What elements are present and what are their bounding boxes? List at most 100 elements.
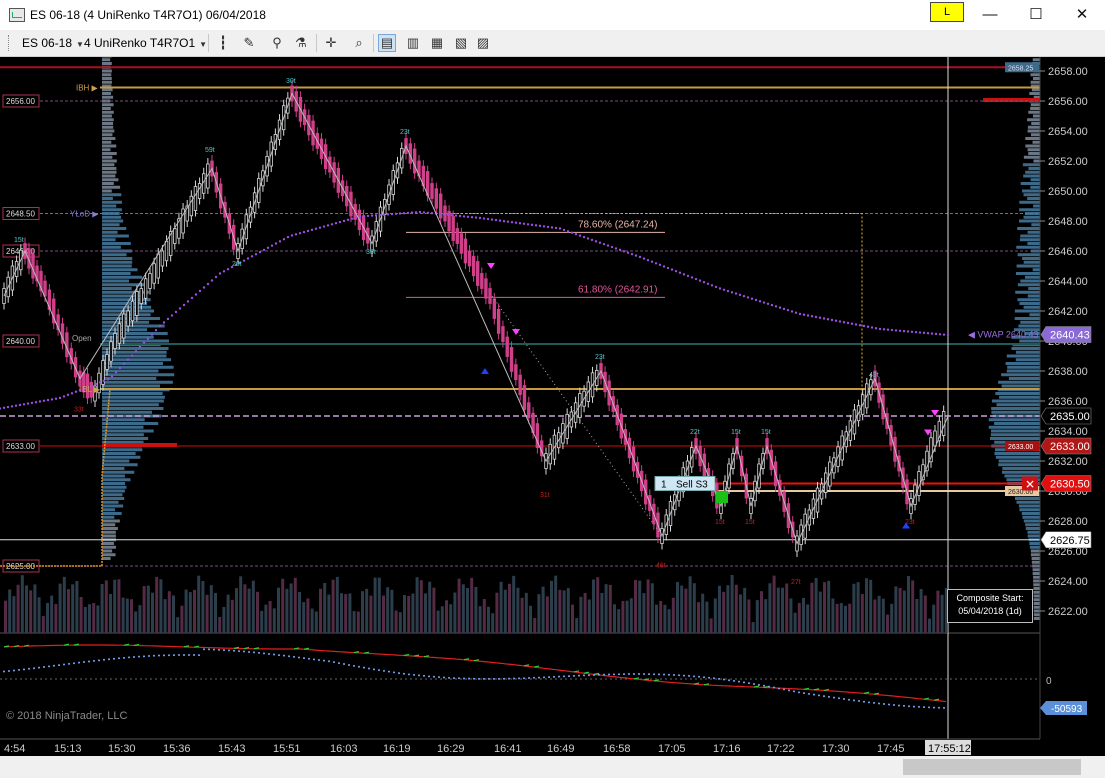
vwap-dot bbox=[866, 325, 870, 328]
profile-bar-left bbox=[102, 178, 119, 182]
volume-bar bbox=[277, 587, 280, 633]
profile-bar-right bbox=[994, 452, 1040, 455]
vwap-dot bbox=[790, 310, 794, 313]
close-button[interactable]: ✕ bbox=[1059, 0, 1105, 30]
price-badge-label: 2633.00 bbox=[1050, 441, 1090, 453]
volume-bar bbox=[503, 589, 507, 633]
indicator-dot bbox=[208, 648, 210, 651]
vwap-dot bbox=[594, 240, 598, 243]
profile-bar-right bbox=[1030, 133, 1040, 137]
indicator-dot bbox=[538, 676, 540, 679]
data-box-icon[interactable]: ▤ bbox=[378, 34, 396, 52]
volume-bar bbox=[848, 603, 852, 633]
instrument-selector[interactable]: ES 06-18 ▼ bbox=[22, 36, 84, 50]
volume-bar bbox=[272, 608, 276, 633]
indicators-icon[interactable]: ⚲ bbox=[268, 34, 286, 52]
vwap-dot bbox=[26, 402, 30, 405]
vwap-dot bbox=[114, 371, 118, 374]
time-axis[interactable]: 4:54 15:13 15:30 15:36 15:43 15:51 16:03 16:19 1… bbox=[0, 738, 1105, 756]
volume-bar bbox=[629, 598, 633, 633]
indicator-dot bbox=[413, 673, 415, 676]
snapshot-icon[interactable]: ▧ bbox=[452, 34, 470, 52]
toolbar-grip[interactable] bbox=[8, 35, 11, 51]
indicator-dot bbox=[613, 673, 615, 676]
volume-bar bbox=[239, 576, 243, 633]
profile-bar-left bbox=[102, 474, 125, 478]
pencil-draw-icon[interactable]: ✎ bbox=[240, 34, 258, 52]
volume-bar bbox=[285, 588, 289, 633]
chart-toolbar: ES 06-18 ▼ 4 UniRenko T4R7O1 ▼ ┇ ✎ ⚲ ⚗ ✛ ⌕… bbox=[0, 30, 1105, 57]
profile-bar-left bbox=[102, 77, 112, 80]
volume-bar bbox=[16, 584, 20, 633]
scrollbar-thumb[interactable] bbox=[903, 759, 1081, 775]
vwap-dot bbox=[910, 330, 914, 334]
volume-bar bbox=[188, 592, 192, 633]
indicator-dot bbox=[213, 648, 215, 651]
maximize-button[interactable]: ☐ bbox=[1013, 0, 1059, 30]
volume-bar bbox=[104, 580, 108, 633]
templates-icon[interactable]: ▨ bbox=[474, 34, 492, 52]
horizontal-scrollbar[interactable] bbox=[0, 756, 1105, 778]
zoom-icon[interactable]: ⌕ bbox=[350, 34, 368, 52]
indicator-dot bbox=[798, 691, 800, 694]
volume-bar bbox=[529, 605, 532, 633]
indicator-dot bbox=[88, 660, 90, 663]
chart-trader-icon[interactable]: ▥ bbox=[404, 34, 422, 52]
volume-bar bbox=[764, 599, 768, 633]
volume-bar bbox=[167, 591, 171, 633]
vwap-dot bbox=[498, 219, 502, 222]
indicator-dot bbox=[263, 652, 265, 655]
volume-bar bbox=[915, 598, 919, 633]
profile-bar-left bbox=[102, 519, 120, 523]
vwap-dot bbox=[494, 218, 498, 222]
profile-bar-left bbox=[102, 313, 151, 317]
volume-bar bbox=[75, 580, 79, 633]
swing-label: 23t bbox=[595, 354, 605, 361]
profile-bar-left bbox=[102, 197, 113, 200]
vwap-dot bbox=[762, 301, 766, 304]
volume-bar bbox=[814, 578, 818, 633]
vwap-dot bbox=[370, 214, 374, 217]
price-chart[interactable]: 2656.002648.502646.002640.002633.002625.… bbox=[0, 57, 1105, 756]
profile-bar-right bbox=[1020, 238, 1040, 242]
indicator-dot bbox=[898, 704, 900, 707]
price-tick-label: 2642.00 bbox=[1048, 306, 1088, 318]
indicator-dot bbox=[453, 677, 455, 680]
indicator-dot bbox=[233, 649, 235, 652]
indicator-dot bbox=[113, 657, 115, 660]
profile-bar-left bbox=[102, 200, 122, 204]
profile-bar-right bbox=[1028, 287, 1040, 290]
vwap-dot bbox=[394, 212, 398, 215]
vwap-dot bbox=[414, 211, 418, 214]
indicator-dot bbox=[688, 674, 690, 677]
link-badge[interactable]: L bbox=[930, 2, 964, 22]
ibl-tag: IBL ▶ bbox=[80, 385, 101, 394]
volume-bar bbox=[201, 581, 205, 633]
vwap-dot bbox=[418, 210, 422, 214]
volume-bar bbox=[323, 583, 327, 633]
profile-bar-left bbox=[102, 279, 129, 283]
volume-bar bbox=[856, 582, 860, 633]
indicator-dot bbox=[348, 663, 350, 666]
properties-icon[interactable]: ▦ bbox=[428, 34, 446, 52]
indicator-dot bbox=[128, 656, 130, 659]
profile-bar-left bbox=[102, 485, 127, 489]
vwap-dot bbox=[626, 251, 630, 254]
vwap-dot bbox=[638, 255, 642, 259]
volume-bar bbox=[155, 576, 159, 633]
strategies-icon[interactable]: ⚗ bbox=[292, 34, 310, 52]
crosshair-icon[interactable]: ✛ bbox=[322, 34, 340, 52]
volume-bar bbox=[692, 583, 696, 633]
volume-bar bbox=[659, 600, 663, 633]
volume-bar bbox=[533, 618, 537, 633]
vwap-dot bbox=[206, 282, 210, 286]
volume-bar bbox=[869, 579, 873, 633]
cancel-order-icon[interactable]: ✕ bbox=[1022, 476, 1038, 492]
interval-selector[interactable]: 4 UniRenko T4R7O1 ▼ bbox=[84, 36, 207, 50]
volume-bar bbox=[344, 594, 348, 633]
vwap-dot bbox=[642, 257, 646, 260]
vwap-dot bbox=[450, 214, 454, 217]
indicator-dot bbox=[908, 705, 910, 708]
minimize-button[interactable]: — bbox=[967, 0, 1013, 30]
bars-type-icon[interactable]: ┇ bbox=[214, 34, 232, 52]
